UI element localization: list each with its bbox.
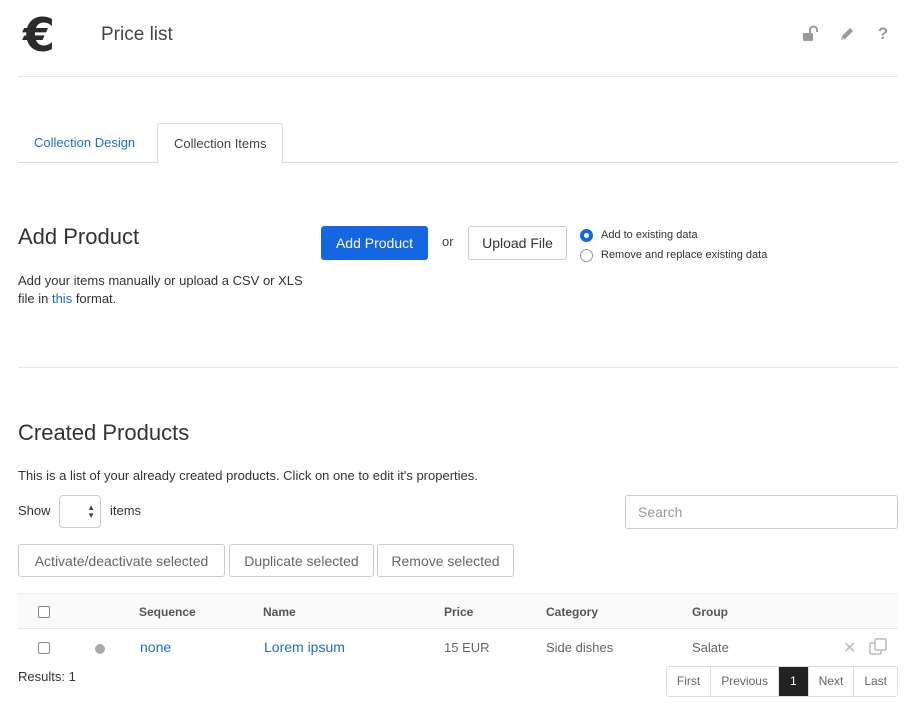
upload-file-button[interactable]: Upload File [468,226,567,260]
pagination: First Previous 1 Next Last [665,666,898,697]
unlock-icon[interactable] [802,22,820,46]
column-header-price[interactable]: Price [444,605,473,619]
status-indicator[interactable] [95,644,105,654]
description-text-end: format. [72,291,117,306]
page-next-button[interactable]: Next [807,667,854,696]
page-last-button[interactable]: Last [853,667,897,696]
created-products-heading: Created Products [18,420,190,445]
radio-button-checked[interactable] [580,228,593,242]
header-actions: ? [802,22,892,46]
page-first-button[interactable]: First [666,667,711,696]
cell-price: 15 EUR [444,640,490,655]
duplicate-icon[interactable] [869,638,887,661]
section-divider [18,367,898,368]
row-select-checkbox[interactable] [38,642,50,654]
euro-logo-icon: € [23,8,56,62]
radio-add-existing[interactable]: Add to existing data [580,225,767,245]
tab-collection-items[interactable]: Collection Items [157,123,284,164]
column-header-category[interactable]: Category [546,605,598,619]
page-header: € Price list ? [18,0,898,77]
page-size-select[interactable]: ▲ ▼ [59,495,101,528]
cell-sequence[interactable]: none [140,639,171,655]
tab-bar: Collection Design Collection Items [18,123,898,164]
add-product-heading: Add Product [18,224,140,249]
search-input[interactable] [625,495,898,529]
select-all-checkbox[interactable] [38,606,50,618]
select-arrows-icon: ▲ ▼ [87,503,95,520]
cell-category: Side dishes [546,640,614,655]
remove-selected-button[interactable]: Remove selected [377,544,514,577]
column-header-sequence[interactable]: Sequence [139,605,196,619]
import-mode-radio-group: Add to existing data Remove and replace … [580,225,767,265]
radio-button[interactable] [580,248,593,262]
radio-replace-existing[interactable]: Remove and replace existing data [580,245,767,265]
results-count: Results: 1 [18,669,76,684]
column-header-name[interactable]: Name [263,605,296,619]
products-table-header: Sequence Name Price Category Group [18,593,898,629]
add-product-description: Add your items manually or upload a CSV … [18,272,308,308]
add-product-button[interactable]: Add Product [321,226,428,260]
table-row[interactable]: none Lorem ipsum 15 EUR Side dishes Sala… [18,629,898,667]
created-products-description: This is a list of your already created p… [18,468,478,483]
tab-collection-design[interactable]: Collection Design [18,123,151,163]
or-separator: or [442,234,454,249]
format-link[interactable]: this [52,291,72,306]
column-header-group[interactable]: Group [692,605,728,619]
help-icon[interactable]: ? [874,22,892,46]
page-title: Price list [101,24,173,45]
radio-label: Remove and replace existing data [601,249,768,261]
delete-icon[interactable]: ✕ [843,638,856,658]
show-label: Show [18,503,51,518]
activate-deactivate-selected-button[interactable]: Activate/deactivate selected [18,544,225,577]
cell-name[interactable]: Lorem ipsum [264,639,345,655]
page-current-button[interactable]: 1 [777,667,808,696]
radio-label: Add to existing data [601,229,698,241]
pencil-icon[interactable] [838,22,856,46]
duplicate-selected-button[interactable]: Duplicate selected [229,544,374,577]
page-previous-button[interactable]: Previous [710,667,778,696]
items-label: items [110,503,142,518]
cell-group: Salate [692,640,729,655]
